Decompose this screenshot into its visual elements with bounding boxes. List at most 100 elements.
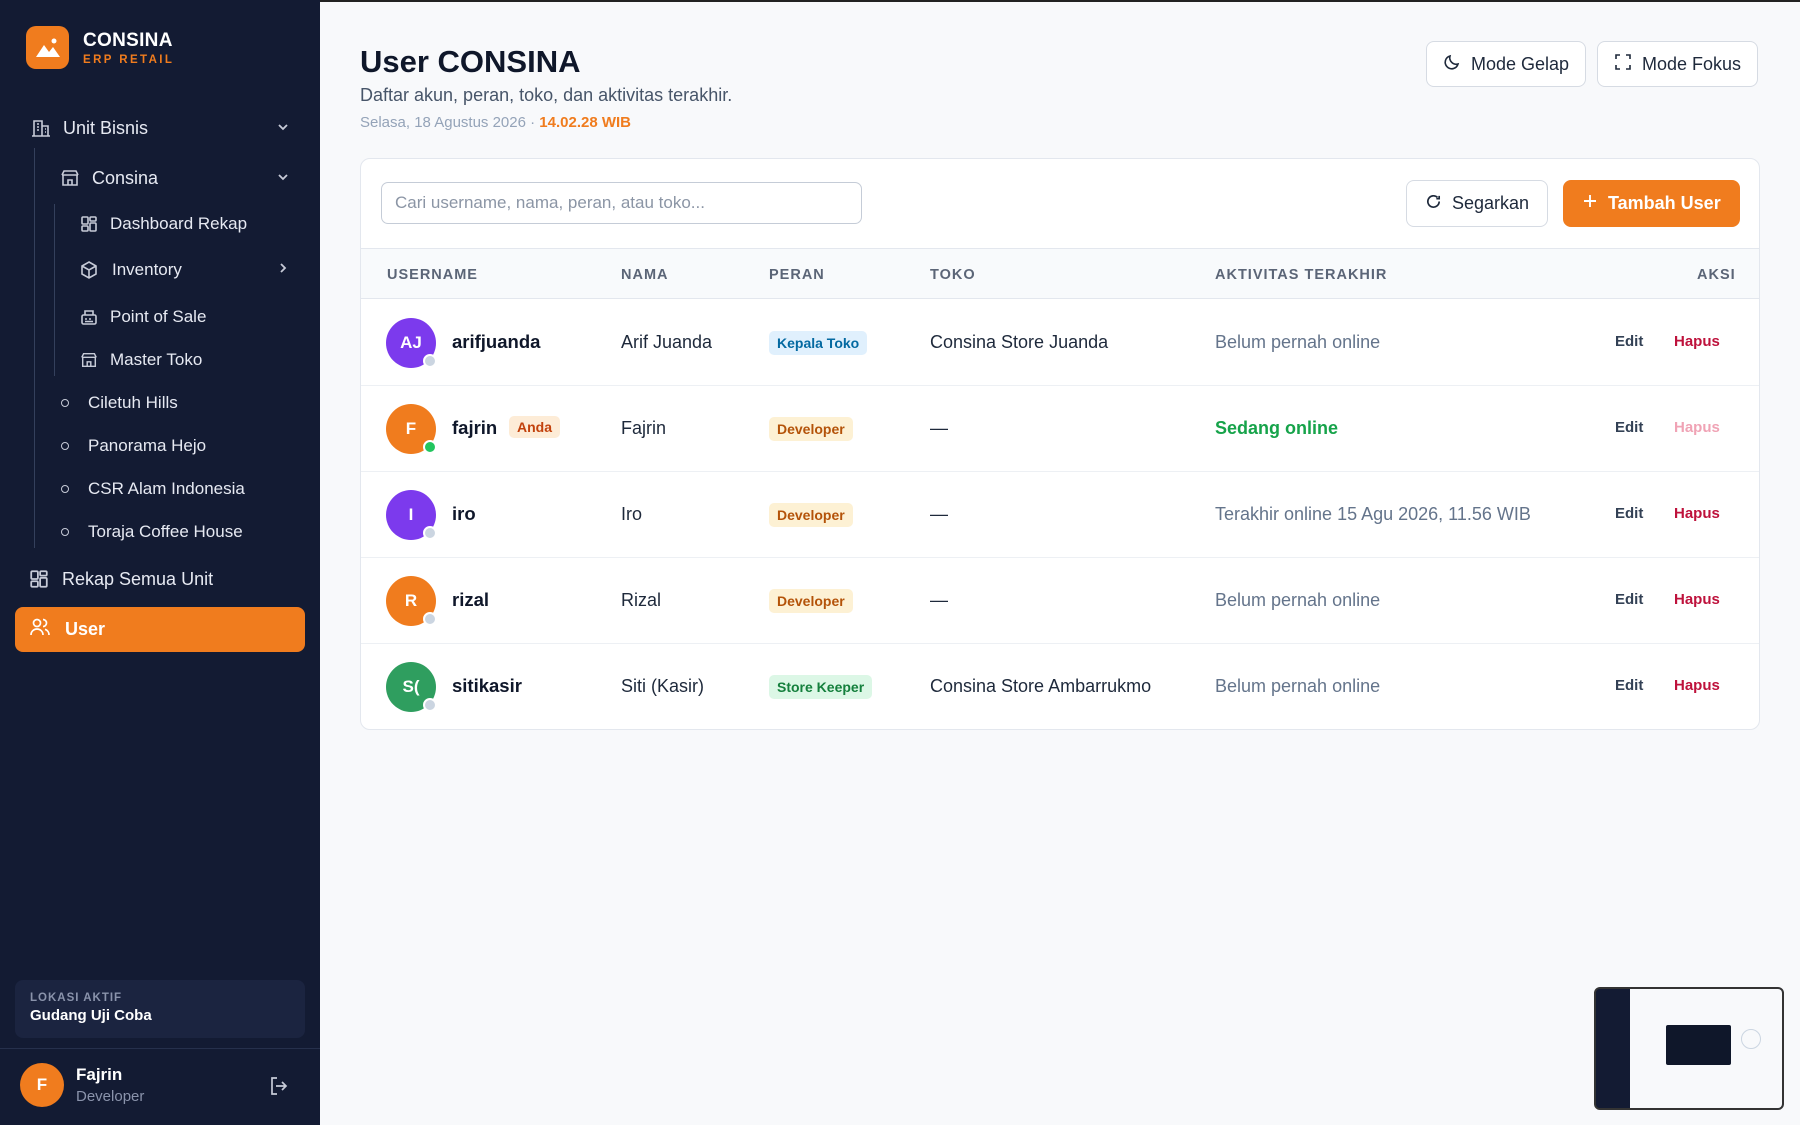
table-row: F fajrin Anda Fajrin Developer — Sedang … bbox=[361, 386, 1759, 472]
divider bbox=[0, 1048, 320, 1049]
tree-line bbox=[34, 148, 35, 548]
nav-panorama-hejo[interactable]: Panorama Hejo bbox=[61, 436, 206, 456]
chevron-down-icon bbox=[276, 168, 290, 189]
table-row: AJ arifjuanda Arif Juanda Kepala Toko Co… bbox=[361, 300, 1759, 386]
nav-unit-bisnis-label: Unit Bisnis bbox=[63, 117, 149, 138]
username: fajrin bbox=[452, 417, 498, 438]
date-time: Selasa, 18 Agustus 2026 · 14.02.28 WIB bbox=[360, 114, 631, 131]
edit-button[interactable]: Edit bbox=[1615, 333, 1643, 350]
current-date: Selasa, 18 Agustus 2026 · bbox=[360, 114, 540, 131]
circle-dot-icon bbox=[61, 442, 69, 450]
users-icon bbox=[29, 616, 51, 643]
nav-csr-alam-indonesia-label: CSR Alam Indonesia bbox=[88, 479, 245, 498]
store: — bbox=[930, 590, 948, 610]
logout-icon[interactable] bbox=[268, 1075, 290, 1102]
full-name: Iro bbox=[621, 504, 643, 524]
dark-mode-label: Mode Gelap bbox=[1471, 53, 1570, 74]
delete-button[interactable]: Hapus bbox=[1674, 505, 1720, 522]
refresh-button[interactable]: Segarkan bbox=[1406, 180, 1549, 227]
column-header[interactable]: TOKO bbox=[930, 267, 976, 283]
nav-toraja-coffee-house[interactable]: Toraja Coffee House bbox=[61, 522, 243, 542]
delete-button[interactable]: Hapus bbox=[1674, 419, 1720, 436]
brand-tagline: ERP RETAIL bbox=[83, 53, 175, 66]
focus-mode-label: Mode Fokus bbox=[1642, 53, 1742, 74]
store-icon bbox=[78, 349, 100, 371]
edit-button[interactable]: Edit bbox=[1615, 419, 1643, 436]
avatar: F bbox=[20, 1063, 64, 1107]
role-badge: Store Keeper bbox=[769, 675, 873, 699]
username: arifjuanda bbox=[452, 331, 541, 352]
profile-name: Fajrin bbox=[76, 1065, 123, 1084]
preview-thumbnail[interactable] bbox=[1594, 987, 1784, 1110]
full-name: Rizal bbox=[621, 590, 662, 610]
status-indicator bbox=[423, 698, 437, 712]
store: — bbox=[930, 504, 948, 524]
plus-icon bbox=[1582, 193, 1598, 214]
nav-unit-bisnis[interactable]: Unit Bisnis bbox=[30, 116, 290, 140]
dashboard-grid-icon bbox=[28, 568, 50, 590]
building-icon bbox=[30, 117, 52, 139]
brand-name: CONSINA bbox=[83, 29, 173, 51]
last-activity: Belum pernah online bbox=[1215, 676, 1381, 696]
nav-point-of-sale[interactable]: Point of Sale bbox=[78, 306, 206, 328]
nav-consina-label: Consina bbox=[92, 167, 159, 188]
column-header[interactable]: USERNAME bbox=[387, 267, 478, 283]
nav-inventory[interactable]: Inventory bbox=[78, 259, 290, 281]
search-input[interactable] bbox=[381, 182, 862, 224]
page-title: User CONSINA bbox=[360, 44, 581, 79]
store: Consina Store Ambarrukmo bbox=[930, 676, 1152, 696]
status-indicator bbox=[423, 612, 437, 626]
column-header[interactable]: PERAN bbox=[769, 267, 825, 283]
column-header[interactable]: AKTIVITAS TERAKHIR bbox=[1215, 267, 1387, 283]
nav-master-toko[interactable]: Master Toko bbox=[78, 349, 202, 371]
nav-user-label: User bbox=[65, 619, 106, 639]
thumbnail-donut bbox=[1741, 1029, 1761, 1049]
table-header: USERNAME NAMA PERAN TOKO AKTIVITAS TERAK… bbox=[361, 248, 1759, 299]
nav-ciletuh-hills[interactable]: Ciletuh Hills bbox=[61, 393, 178, 413]
column-header[interactable]: NAMA bbox=[621, 267, 669, 283]
nav-consina[interactable]: Consina bbox=[59, 166, 290, 190]
username: rizal bbox=[452, 589, 490, 610]
nav-panorama-hejo-label: Panorama Hejo bbox=[88, 436, 207, 455]
dark-mode-button[interactable]: Mode Gelap bbox=[1426, 41, 1587, 87]
last-activity: Belum pernah online bbox=[1215, 590, 1381, 610]
you-badge: Anda bbox=[509, 416, 560, 438]
full-name: Arif Juanda bbox=[621, 332, 713, 352]
nav-user[interactable]: User bbox=[15, 607, 305, 652]
full-name: Fajrin bbox=[621, 418, 667, 438]
table-row: I iro Iro Developer — Terakhir online 15… bbox=[361, 472, 1759, 558]
store: Consina Store Juanda bbox=[930, 332, 1109, 352]
fullscreen-icon bbox=[1614, 53, 1632, 76]
nav-rekap-semua-unit-label: Rekap Semua Unit bbox=[62, 568, 214, 589]
profile-role: Developer bbox=[76, 1088, 145, 1105]
status-indicator bbox=[423, 440, 437, 454]
edit-button[interactable]: Edit bbox=[1615, 677, 1643, 694]
box-icon bbox=[78, 259, 100, 281]
tree-line bbox=[54, 204, 55, 376]
nav-csr-alam-indonesia[interactable]: CSR Alam Indonesia bbox=[61, 479, 245, 499]
nav-rekap-semua-unit[interactable]: Rekap Semua Unit bbox=[28, 568, 213, 590]
brand[interactable]: CONSINA ERP RETAIL bbox=[26, 26, 174, 69]
nav-dashboard-rekap[interactable]: Dashboard Rekap bbox=[78, 213, 247, 235]
edit-button[interactable]: Edit bbox=[1615, 505, 1643, 522]
delete-button[interactable]: Hapus bbox=[1674, 677, 1720, 694]
table-row: S( sitikasir Siti (Kasir) Store Keeper C… bbox=[361, 644, 1759, 729]
refresh-icon bbox=[1425, 193, 1442, 215]
username: sitikasir bbox=[452, 675, 522, 696]
column-header[interactable]: AKSI bbox=[1697, 267, 1736, 283]
nav-ciletuh-hills-label: Ciletuh Hills bbox=[88, 393, 178, 412]
circle-dot-icon bbox=[61, 399, 69, 407]
circle-dot-icon bbox=[61, 528, 69, 536]
nav-point-of-sale-label: Point of Sale bbox=[110, 307, 207, 326]
store: — bbox=[930, 418, 948, 438]
focus-mode-button[interactable]: Mode Fokus bbox=[1597, 41, 1759, 87]
add-user-button[interactable]: Tambah User bbox=[1563, 180, 1740, 227]
role-badge: Kepala Toko bbox=[769, 331, 868, 355]
thumbnail-sidebar bbox=[1596, 989, 1630, 1108]
status-indicator bbox=[423, 354, 437, 368]
delete-button[interactable]: Hapus bbox=[1674, 333, 1720, 350]
delete-button[interactable]: Hapus bbox=[1674, 591, 1720, 608]
edit-button[interactable]: Edit bbox=[1615, 591, 1643, 608]
nav-master-toko-label: Master Toko bbox=[110, 350, 203, 369]
user-profile[interactable]: F Fajrin Developer bbox=[20, 1063, 144, 1107]
